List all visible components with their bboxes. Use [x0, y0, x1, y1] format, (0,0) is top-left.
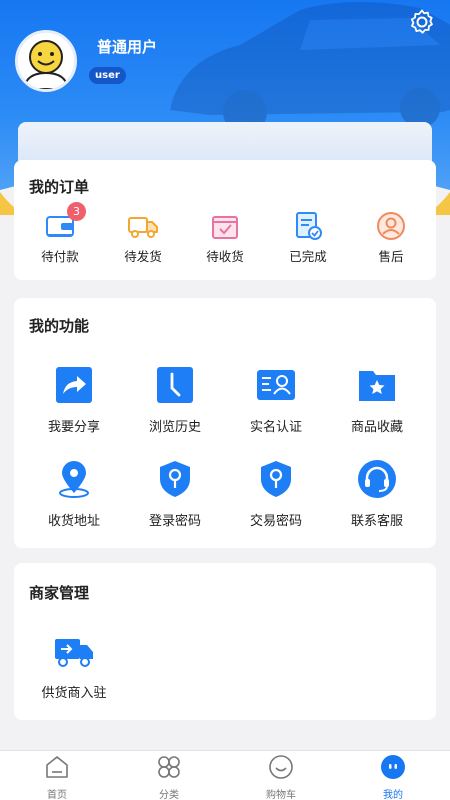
order-after-sales[interactable]: 售后	[358, 210, 424, 265]
order-label: 待付款	[41, 249, 79, 264]
function-label: 我要分享	[47, 420, 100, 435]
unpaid-count-badge: 3	[67, 202, 86, 221]
function-trade-password[interactable]: 交易密码	[231, 459, 321, 529]
function-label: 交易密码	[249, 514, 302, 529]
tab-label: 首页	[47, 790, 67, 800]
functions-title: 我的功能	[29, 317, 90, 335]
order-pending-payment[interactable]: 3 待付款	[27, 202, 93, 265]
login-shield-icon	[160, 461, 190, 497]
order-pending-receipt[interactable]: 待收货	[192, 210, 258, 265]
tab-home[interactable]: 首页	[12, 754, 102, 800]
tab-label: 我的	[383, 790, 403, 800]
profile-icon	[381, 755, 405, 779]
car-background-image	[170, 2, 450, 134]
function-label: 浏览历史	[148, 420, 201, 435]
tab-profile[interactable]: 我的	[348, 754, 438, 800]
function-label: 联系客服	[350, 514, 403, 529]
settings-gear-icon[interactable]	[408, 8, 436, 36]
favorite-folder-icon	[359, 371, 395, 401]
smiley-avatar-icon	[22, 40, 70, 89]
customer-service-icon	[377, 212, 405, 240]
function-address[interactable]: 收货地址	[29, 459, 119, 529]
function-label: 收货地址	[47, 514, 100, 529]
order-pending-shipment[interactable]: 待发货	[110, 210, 176, 265]
home-icon	[46, 756, 68, 778]
merchant-card: 商家管理 供货商入驻	[14, 563, 436, 720]
order-label: 待收货	[206, 249, 244, 264]
trade-shield-icon	[261, 461, 291, 497]
history-icon	[157, 367, 193, 403]
function-login-password[interactable]: 登录密码	[130, 459, 220, 529]
id-card-icon	[257, 370, 295, 400]
order-completed[interactable]: 已完成	[275, 210, 341, 265]
role-badge: user	[89, 67, 126, 84]
functions-card: 我的功能 我要分享 浏览历史 实名认证 商品收藏 收货地址 登录密码 交易密码 …	[14, 298, 436, 548]
supplier-truck-icon	[55, 639, 93, 667]
bottom-tab-bar: 首页 分类 购物车 我的	[0, 750, 450, 800]
order-label: 售后	[378, 249, 404, 264]
function-history[interactable]: 浏览历史	[130, 365, 220, 435]
tab-category[interactable]: 分类	[124, 754, 214, 800]
orders-card: 我的订单 3 待付款 待发货 待收货 已完成 售后	[14, 160, 436, 280]
function-real-name[interactable]: 实名认证	[231, 365, 321, 435]
username: 普通用户	[97, 38, 158, 56]
function-label: 商品收藏	[350, 420, 403, 435]
package-check-icon	[212, 216, 238, 239]
function-contact-service[interactable]: 联系客服	[332, 459, 422, 529]
headset-icon	[358, 460, 396, 498]
merchant-title: 商家管理	[29, 584, 90, 602]
function-label: 实名认证	[249, 420, 302, 435]
merchant-supplier-join[interactable]: 供货商入驻	[29, 631, 119, 701]
tab-label: 购物车	[266, 790, 296, 800]
orders-title: 我的订单	[29, 178, 90, 196]
location-pin-icon	[59, 461, 89, 498]
function-share[interactable]: 我要分享	[29, 365, 119, 435]
order-label: 待发货	[124, 249, 162, 264]
cart-icon	[269, 755, 293, 779]
tab-label: 分类	[159, 790, 179, 800]
avatar[interactable]	[15, 30, 77, 92]
header-card-strip	[18, 122, 432, 162]
document-check-icon	[296, 212, 322, 240]
share-icon	[56, 367, 92, 403]
function-label: 登录密码	[148, 514, 201, 529]
truck-icon	[128, 217, 158, 238]
order-label: 已完成	[289, 249, 327, 264]
function-label: 供货商入驻	[41, 686, 107, 701]
tab-cart[interactable]: 购物车	[236, 754, 326, 800]
function-favorites[interactable]: 商品收藏	[332, 365, 422, 435]
category-icon	[158, 756, 180, 778]
